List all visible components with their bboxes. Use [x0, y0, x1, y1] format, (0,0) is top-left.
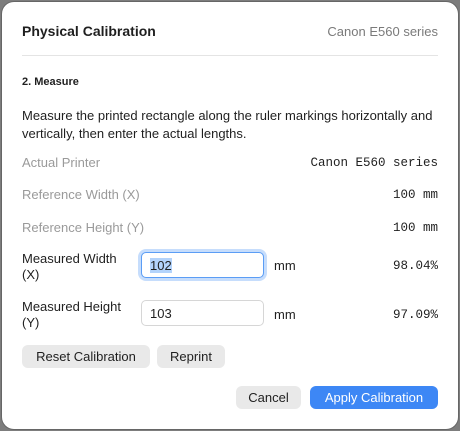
- printer-label: Actual Printer: [22, 155, 101, 170]
- measured-height-label-line2: (Y): [22, 315, 40, 330]
- cancel-button[interactable]: Cancel: [236, 386, 301, 409]
- reprint-button[interactable]: Reprint: [157, 345, 225, 368]
- measured-width-label-line1: Measured Width: [22, 251, 117, 266]
- measured-height-input[interactable]: 103: [141, 300, 264, 326]
- measured-width-input[interactable]: 102: [141, 252, 264, 278]
- section-title: 2. Measure: [22, 76, 79, 88]
- apply-calibration-button[interactable]: Apply Calibration: [310, 386, 438, 409]
- measured-height-percent: 97.09%: [392, 308, 438, 322]
- header-divider: [22, 55, 438, 56]
- measured-height-label: Measured Height (Y): [22, 299, 121, 331]
- instruction-text: Measure the printed rectangle along the …: [22, 108, 433, 141]
- measured-height-input-value: 103: [150, 306, 172, 321]
- measured-width-percent: 98.04%: [392, 259, 438, 273]
- dialog-title: Physical Calibration: [22, 23, 156, 39]
- ref-height-value: 100 mm: [392, 221, 438, 235]
- measured-height-unit: mm: [274, 307, 296, 322]
- reset-calibration-button[interactable]: Reset Calibration: [22, 345, 150, 368]
- device-name: Canon E560 series: [327, 24, 438, 39]
- measured-width-label-line2: (X): [22, 267, 40, 282]
- calibration-dialog: Physical Calibration Canon E560 series 2…: [2, 2, 458, 429]
- measured-width-label: Measured Width (X): [22, 251, 117, 283]
- printer-value: Canon E560 series: [310, 156, 438, 170]
- measured-width-input-value: 102: [150, 258, 172, 273]
- measured-height-label-line1: Measured Height: [22, 299, 121, 314]
- ref-width-label: Reference Width (X): [22, 187, 140, 202]
- ref-height-label: Reference Height (Y): [22, 220, 145, 235]
- measured-width-unit: mm: [274, 258, 296, 273]
- ref-width-value: 100 mm: [392, 188, 438, 202]
